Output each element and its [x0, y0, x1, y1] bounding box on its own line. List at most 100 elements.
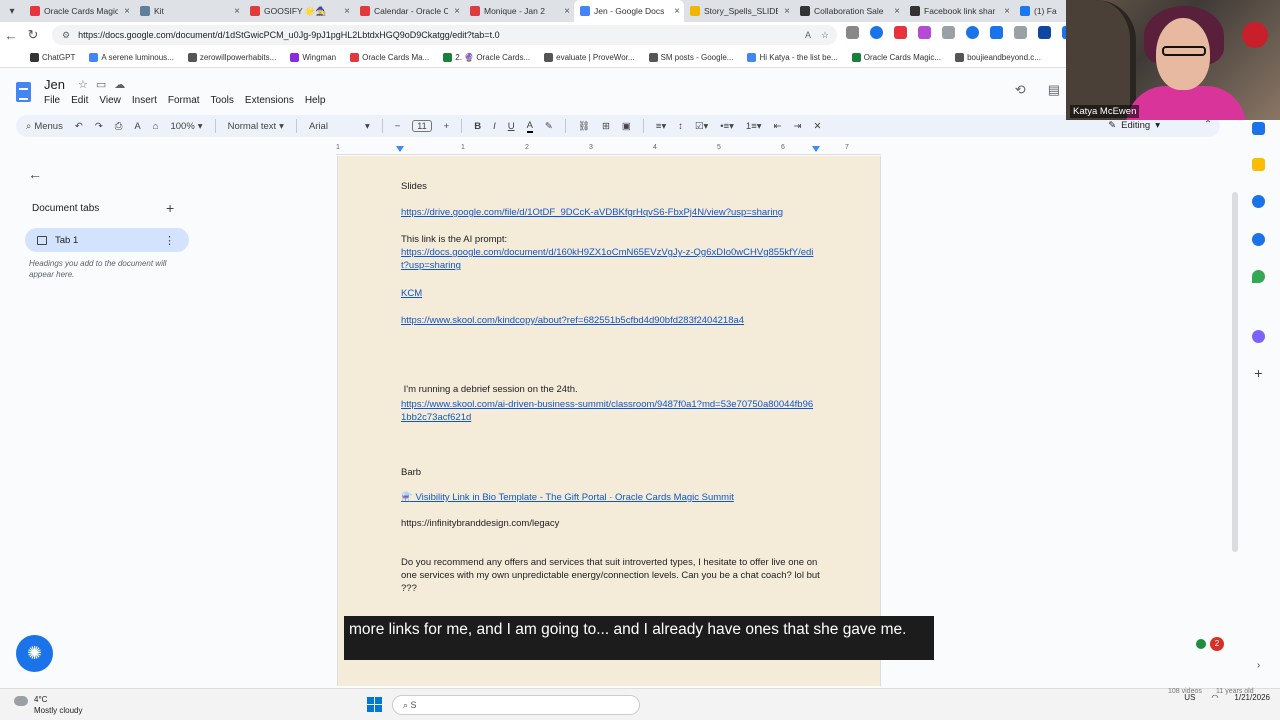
menu-item[interactable]: Help — [305, 95, 326, 106]
close-tab-icon[interactable]: × — [1004, 6, 1010, 17]
increase-font-size-icon[interactable]: + — [444, 121, 450, 132]
browser-tab[interactable]: Facebook link shar × — [904, 0, 1014, 22]
extension-icon[interactable] — [942, 26, 955, 39]
style-select[interactable]: Normal text ▾ — [228, 121, 284, 132]
bookmark-item[interactable]: Oracle Cards Ma... — [350, 53, 429, 62]
addon-icon[interactable] — [1252, 330, 1265, 343]
menu-item[interactable]: Format — [168, 95, 200, 106]
browser-tab[interactable]: Monique - Jan 2 × — [464, 0, 574, 22]
close-tab-icon[interactable]: × — [784, 6, 790, 17]
bold-icon[interactable]: B — [474, 121, 481, 132]
menus-search-button[interactable]: ⌕ Menus — [26, 121, 63, 132]
prompt-link[interactable]: https://docs.google.com/document/d/160kH… — [401, 246, 815, 272]
sidebar-item-tab-1[interactable]: Tab 1 ⋮ — [25, 228, 189, 252]
browser-tab[interactable]: Oracle Cards Magic × — [24, 0, 134, 22]
bookmark-item[interactable]: Wingman — [290, 53, 336, 62]
extension-icon[interactable] — [894, 26, 907, 39]
redo-icon[interactable]: ↷ — [95, 121, 103, 132]
text-color-icon[interactable]: A — [526, 120, 533, 133]
notification-badge[interactable]: 2 — [1210, 637, 1224, 651]
skool-kindcopy-link[interactable]: https://www.skool.com/kindcopy/about?ref… — [401, 314, 821, 327]
paint-format-icon[interactable]: ⌂ — [153, 121, 159, 132]
line-spacing-icon[interactable]: ↕ — [678, 121, 683, 132]
scrollbar[interactable] — [1232, 192, 1238, 552]
extension-icon[interactable] — [918, 26, 931, 39]
underline-icon[interactable]: U — [508, 121, 515, 132]
menu-item[interactable]: Edit — [71, 95, 88, 106]
close-outline-icon[interactable]: ← — [28, 166, 42, 182]
font-dropdown-icon[interactable]: ▾ — [365, 121, 370, 132]
close-tab-icon[interactable]: × — [674, 6, 680, 17]
star-icon[interactable]: ☆ — [78, 78, 88, 91]
close-tab-icon[interactable]: × — [344, 6, 350, 17]
tab-list-chevron-icon[interactable]: ▾ — [0, 6, 24, 17]
calendar-icon[interactable] — [1252, 122, 1265, 135]
add-tab-icon[interactable]: + — [166, 200, 174, 216]
editing-mode-select[interactable]: ✎ Editing ▾ — [1108, 120, 1160, 131]
decrease-indent-icon[interactable]: ⇤ — [774, 121, 782, 132]
bookmark-item[interactable]: ChatGPT — [30, 53, 75, 62]
site-info-icon[interactable]: ⚙ — [62, 30, 70, 41]
spellcheck-icon[interactable]: A — [134, 121, 140, 132]
browser-tab[interactable]: Kit × — [134, 0, 244, 22]
document-page[interactable]: Slides https://drive.google.com/file/d/1… — [337, 156, 881, 686]
contacts-icon[interactable] — [1252, 233, 1265, 246]
extension-icon[interactable] — [966, 26, 979, 39]
windows-start-icon[interactable] — [367, 697, 382, 712]
kcm-link[interactable]: KCM — [401, 287, 821, 300]
menu-item[interactable]: View — [99, 95, 121, 106]
highlight-icon[interactable]: ✎ — [545, 121, 553, 132]
print-icon[interactable]: ⎙ — [115, 121, 123, 132]
browser-tab[interactable]: GOOSIFY 🌟🧙‍♀️ × — [244, 0, 354, 22]
browser-tab[interactable]: Collaboration Sale × — [794, 0, 904, 22]
version-history-icon[interactable]: ⟲ — [1015, 82, 1026, 98]
close-tab-icon[interactable]: × — [894, 6, 900, 17]
extension-icon[interactable] — [1038, 26, 1051, 39]
docs-logo-icon[interactable] — [16, 82, 31, 102]
browser-tab[interactable]: Story_Spells_SLIDE × — [684, 0, 794, 22]
bookmark-star-icon[interactable]: ☆ — [821, 30, 829, 41]
horizontal-ruler[interactable]: 1 1 2 3 4 5 6 7 — [336, 143, 881, 155]
summit-classroom-link[interactable]: https://www.skool.com/ai-driven-business… — [401, 398, 815, 424]
menu-item[interactable]: Insert — [132, 95, 157, 106]
comments-icon[interactable]: ▤ — [1048, 82, 1060, 98]
menu-item[interactable]: Extensions — [245, 95, 294, 106]
checklist-icon[interactable]: ☑▾ — [695, 121, 708, 132]
bookmark-item[interactable]: 2. 🔮 Oracle Cards... — [443, 53, 530, 62]
undo-icon[interactable]: ↶ — [75, 121, 83, 132]
extension-icon[interactable] — [990, 26, 1003, 39]
bookmark-item[interactable]: zerowillpowerhabits... — [187, 53, 276, 62]
font-size-input[interactable]: 11 — [412, 120, 432, 132]
extension-icon[interactable] — [846, 26, 859, 39]
decrease-font-size-icon[interactable]: − — [395, 121, 401, 132]
extension-icon[interactable] — [1014, 26, 1027, 39]
menu-item[interactable]: Tools — [211, 95, 234, 106]
zoom-select[interactable]: 100% ▾ — [170, 121, 202, 132]
cloud-status-icon[interactable]: ☁ — [114, 78, 125, 91]
bookmark-item[interactable]: Oracle Cards Magic... — [851, 53, 941, 62]
browser-tab[interactable]: Calendar - Oracle C × — [354, 0, 464, 22]
tasks-icon[interactable] — [1252, 195, 1265, 208]
align-icon[interactable]: ≡▾ — [656, 121, 666, 132]
extension-icon[interactable] — [870, 26, 883, 39]
side-panel-toggle-icon[interactable]: › — [1252, 660, 1265, 673]
bookmark-item[interactable]: evaluate | ProveWor... — [544, 53, 635, 62]
clear-formatting-icon[interactable]: ✕ — [813, 121, 821, 132]
slides-link[interactable]: https://drive.google.com/file/d/1OtDF_9D… — [401, 206, 821, 219]
move-folder-icon[interactable]: ▭ — [96, 78, 106, 91]
close-tab-icon[interactable]: × — [234, 6, 240, 17]
insert-image-icon[interactable]: ▣ — [622, 121, 631, 132]
left-indent-marker-icon[interactable] — [396, 146, 404, 152]
weather-widget[interactable]: 4°C Mostly cloudy — [14, 694, 82, 716]
translate-icon[interactable]: A — [805, 30, 811, 40]
bookmark-item[interactable]: SM posts - Google... — [648, 53, 733, 62]
close-tab-icon[interactable]: × — [454, 6, 460, 17]
link-icon[interactable]: ⛓ — [578, 121, 590, 132]
collapse-toolbar-icon[interactable]: ⌃ — [1204, 119, 1212, 130]
bulleted-list-icon[interactable]: •≡▾ — [720, 121, 734, 132]
italic-icon[interactable]: I — [493, 121, 496, 132]
bookmark-item[interactable]: A serene luminous... — [89, 53, 174, 62]
visibility-template-link[interactable]: ⚗️ Visibility Link in Bio Template - The… — [401, 491, 821, 504]
browser-tab[interactable]: Jen - Google Docs × — [574, 0, 684, 22]
tab-options-icon[interactable]: ⋮ — [164, 234, 175, 247]
